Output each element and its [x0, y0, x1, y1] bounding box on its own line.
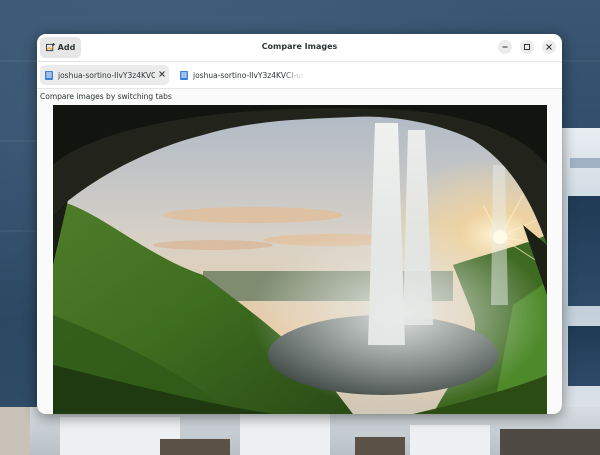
wallpaper-rooftops — [0, 407, 600, 455]
tab-label: joshua-sortino-IlvY3z4KVCI-unsplash.jpg — [193, 70, 305, 80]
image-file-icon — [180, 70, 188, 80]
tab-close-button[interactable] — [155, 70, 169, 80]
close-window-button[interactable] — [542, 40, 556, 54]
wallpaper-building — [562, 128, 600, 455]
image-view — [53, 105, 547, 414]
tab-bar: joshua-sortino-IlvY3z4KVCI-unsplash.jpg … — [37, 62, 562, 88]
tab-divider — [37, 88, 562, 89]
minimize-icon — [502, 46, 508, 48]
tab-label: joshua-sortino-IlvY3z4KVCI-unsplash.jpg — [58, 70, 155, 80]
waterfall-photo — [53, 105, 547, 414]
compare-hint: Compare images by switching tabs — [40, 92, 172, 101]
tab-image-2[interactable]: joshua-sortino-IlvY3z4KVCI-unsplash.jpg — [175, 65, 305, 85]
tab-image-1[interactable]: joshua-sortino-IlvY3z4KVCI-unsplash.jpg — [40, 65, 169, 85]
header-bar: Add Compare Images — [37, 34, 562, 62]
window-title: Compare Images — [261, 42, 338, 51]
minimize-button[interactable] — [498, 40, 512, 54]
close-icon — [159, 71, 165, 77]
maximize-icon — [524, 44, 530, 50]
image-file-icon — [45, 70, 53, 80]
maximize-button[interactable] — [520, 40, 534, 54]
compare-images-window: Add Compare Images joshua-sortino-IlvY3z… — [37, 34, 562, 414]
close-icon — [546, 44, 552, 50]
